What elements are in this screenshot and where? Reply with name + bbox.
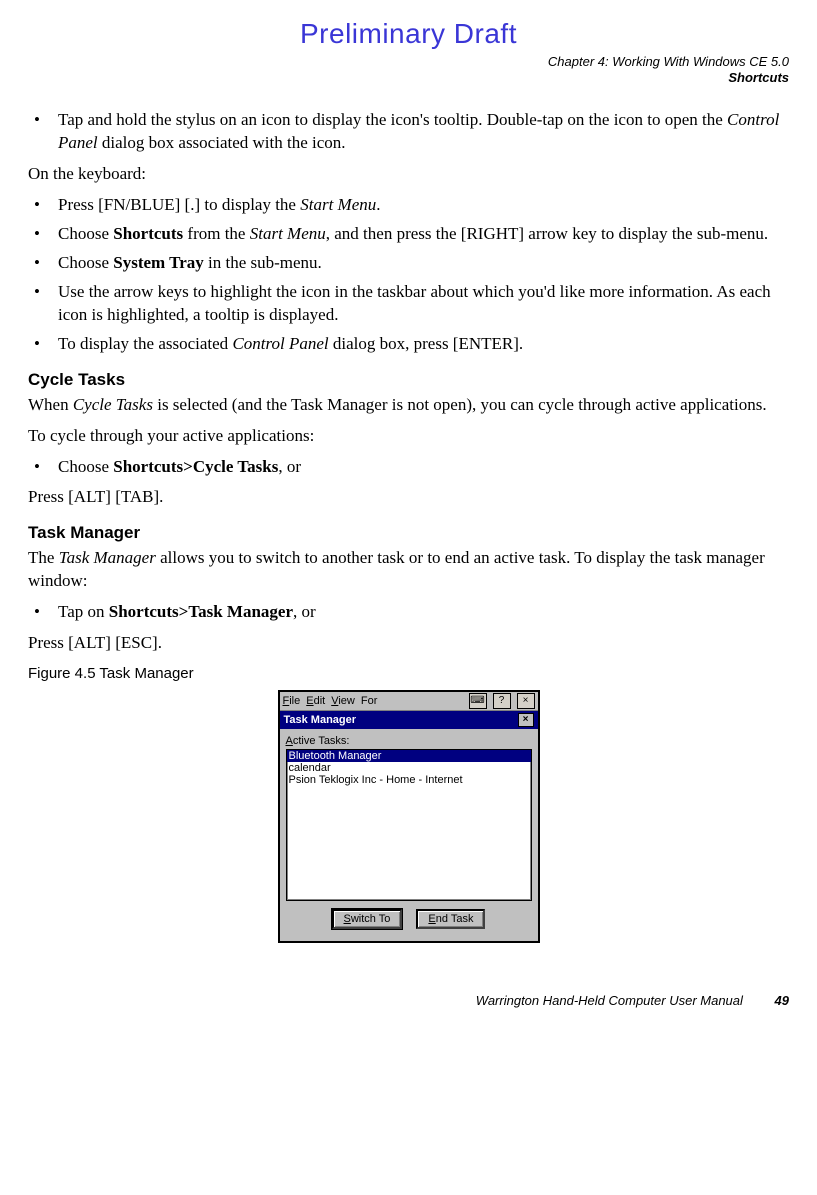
bullet-item: Press [FN/BLUE] [.] to display the Start… — [28, 194, 789, 217]
footer-title: Warrington Hand-Held Computer User Manua… — [476, 993, 743, 1008]
header-chapter: Chapter 4: Working With Windows CE 5.0 — [548, 54, 789, 69]
active-tasks-label: Active Tasks: — [286, 735, 532, 747]
body-text: When Cycle Tasks is selected (and the Ta… — [28, 394, 789, 417]
switch-to-button[interactable]: Switch To — [332, 909, 403, 929]
close-icon[interactable]: × — [517, 693, 535, 709]
help-icon[interactable]: ? — [493, 693, 511, 709]
draft-banner: Preliminary Draft — [28, 18, 789, 50]
title-close-icon[interactable]: × — [518, 713, 534, 727]
bullet-item: Use the arrow keys to highlight the icon… — [28, 281, 789, 327]
bullet-item: Tap and hold the stylus on an icon to di… — [28, 109, 789, 155]
menu-edit[interactable]: Edit — [306, 695, 325, 707]
body-text: To cycle through your active application… — [28, 425, 789, 448]
page-number: 49 — [775, 993, 789, 1008]
menu-file[interactable]: File — [283, 695, 301, 707]
body-text: Press [ALT] [ESC]. — [28, 632, 789, 655]
body-text: The Task Manager allows you to switch to… — [28, 547, 789, 593]
menu-font[interactable]: For — [361, 695, 378, 707]
body-text: On the keyboard: — [28, 163, 789, 186]
title-bar: Task Manager × — [280, 711, 538, 729]
keyboard-icon[interactable]: ⌨ — [469, 693, 487, 709]
list-item[interactable]: calendar — [287, 762, 531, 774]
window-title: Task Manager — [284, 714, 357, 726]
bullet-item: Choose System Tray in the sub-menu. — [28, 252, 789, 275]
active-tasks-listbox[interactable]: Bluetooth Manager calendar Psion Teklogi… — [286, 749, 532, 901]
list-item[interactable]: Psion Teklogix Inc - Home - Internet — [287, 774, 531, 786]
menu-view[interactable]: View — [331, 695, 355, 707]
header-section: Shortcuts — [728, 70, 789, 85]
menubar: File Edit View For ⌨ ? × — [280, 692, 538, 711]
page-footer: Warrington Hand-Held Computer User Manua… — [28, 993, 789, 1008]
bullet-item: Choose Shortcuts from the Start Menu, an… — [28, 223, 789, 246]
bullet-item: Tap on Shortcuts>Task Manager, or — [28, 601, 789, 624]
heading-task-manager: Task Manager — [28, 523, 789, 543]
figure-caption: Figure 4.5 Task Manager — [28, 665, 789, 682]
body-text: Press [ALT] [TAB]. — [28, 486, 789, 509]
heading-cycle-tasks: Cycle Tasks — [28, 370, 789, 390]
task-manager-window: File Edit View For ⌨ ? × Task Manager × … — [278, 690, 540, 943]
page-header: Chapter 4: Working With Windows CE 5.0 S… — [28, 54, 789, 85]
end-task-button[interactable]: End Task — [416, 909, 485, 929]
bullet-item: To display the associated Control Panel … — [28, 333, 789, 356]
list-item[interactable]: Bluetooth Manager — [287, 750, 531, 762]
bullet-item: Choose Shortcuts>Cycle Tasks, or — [28, 456, 789, 479]
